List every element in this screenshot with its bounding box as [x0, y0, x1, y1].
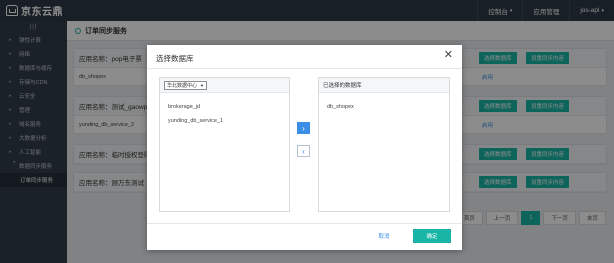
available-db-items: brokerage_jd yunding_db_service_1 [160, 93, 289, 135]
chevron-right-icon: › [302, 123, 305, 133]
dialog-footer: 取消 确定 [147, 223, 462, 250]
selected-db-list: 已选择的数据库 db_shopex [318, 77, 450, 212]
available-db-header: 华北数据中心 ▼ [160, 78, 289, 93]
close-icon[interactable]: ✕ [444, 50, 453, 61]
selected-db-items: db_shopex [319, 93, 449, 121]
chevron-down-icon: ▼ [200, 82, 204, 88]
region-select[interactable]: 华北数据中心 ▼ [164, 80, 207, 90]
list-item[interactable]: db_shopex [327, 100, 441, 114]
list-item[interactable]: brokerage_jd [168, 100, 281, 114]
move-right-button[interactable]: › [297, 122, 310, 134]
region-select-value: 华北数据中心 [167, 82, 198, 89]
divider [147, 68, 462, 69]
confirm-button[interactable]: 确定 [413, 229, 451, 243]
move-left-button[interactable]: ‹ [297, 145, 310, 157]
list-item[interactable]: yunding_db_service_1 [168, 114, 281, 128]
selected-db-header: 已选择的数据库 [319, 78, 449, 93]
available-db-list: 华北数据中心 ▼ brokerage_jd yunding_db_service… [159, 77, 290, 212]
select-database-dialog: 选择数据库 ✕ 华北数据中心 ▼ brokerage_jd yunding_db… [147, 45, 462, 250]
cancel-button[interactable]: 取消 [365, 229, 403, 243]
chevron-left-icon: ‹ [302, 146, 305, 156]
dialog-title: 选择数据库 [156, 54, 194, 63]
